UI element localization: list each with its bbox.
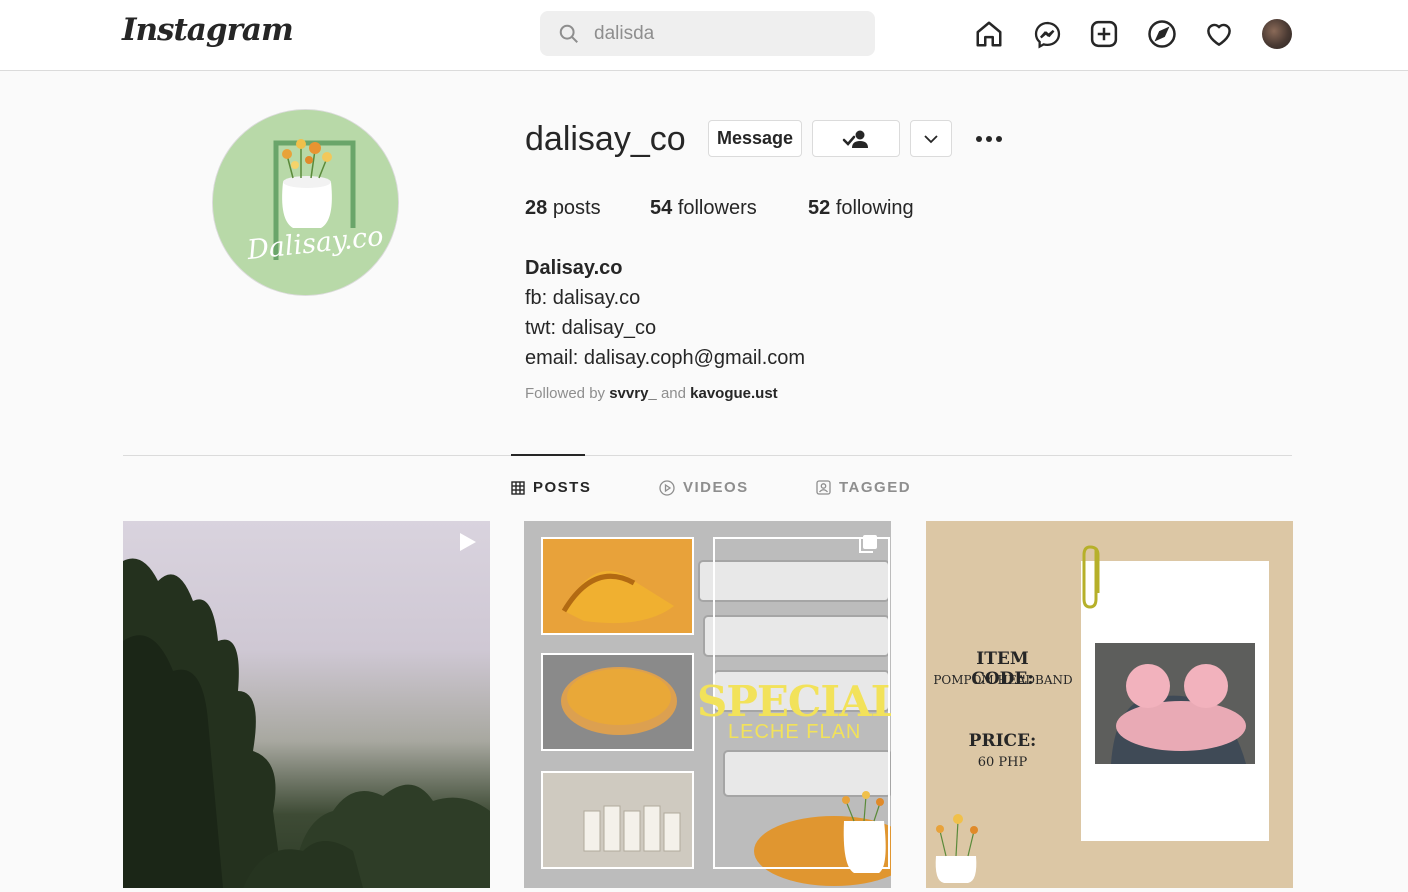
tagged-user-icon bbox=[816, 480, 831, 495]
post-subtitle-text: LECHE FLAN bbox=[728, 721, 862, 743]
bio-line: fb: dalisay.co bbox=[525, 287, 641, 309]
more-options-icon[interactable] bbox=[972, 126, 1006, 152]
followed-by-text[interactable]: Followed by svvry_ and kavogue.ust bbox=[525, 385, 778, 402]
tabs-divider bbox=[123, 455, 1292, 456]
following-button[interactable] bbox=[812, 120, 900, 157]
video-play-icon bbox=[460, 533, 476, 551]
play-circle-icon bbox=[659, 479, 675, 496]
post-thumbnail[interactable]: ITEM CODE: POMPOM HEADBAND PRICE: 60 PHP bbox=[926, 521, 1293, 888]
message-button[interactable]: Message bbox=[708, 120, 802, 157]
posts-stat: 28 posts bbox=[525, 197, 601, 219]
instagram-logo[interactable]: Instagram bbox=[122, 12, 294, 48]
profile-bio: Dalisay.co fb: dalisay.co twt: dalisay_c… bbox=[525, 253, 805, 373]
post-thumbnail[interactable] bbox=[123, 521, 490, 888]
messenger-icon[interactable] bbox=[1031, 18, 1063, 50]
active-tab-indicator bbox=[511, 454, 585, 456]
carousel-icon bbox=[859, 535, 877, 553]
post-thumbnail[interactable]: SPECIAL LECHE FLAN bbox=[524, 521, 891, 888]
tab-tagged[interactable]: TAGGED bbox=[816, 479, 911, 496]
search-input[interactable] bbox=[594, 11, 854, 56]
search-box[interactable] bbox=[540, 11, 875, 56]
following-stat[interactable]: 52 following bbox=[808, 197, 914, 220]
followed-by-user[interactable]: svvry_ bbox=[609, 385, 657, 402]
item-code-value: POMPOM HEADBAND bbox=[933, 673, 1073, 687]
tab-posts[interactable]: POSTS bbox=[511, 479, 591, 496]
display-name: Dalisay.co bbox=[525, 257, 623, 279]
dalisay-logo-image bbox=[213, 110, 398, 295]
grid-icon bbox=[511, 480, 525, 495]
explore-icon[interactable] bbox=[1146, 18, 1178, 50]
price-value: 60 PHP bbox=[977, 755, 1028, 770]
top-navigation-bar: Instagram bbox=[0, 0, 1408, 71]
home-icon[interactable] bbox=[973, 18, 1005, 50]
followers-stat[interactable]: 54 followers bbox=[650, 197, 757, 220]
profile-avatar[interactable]: Dalisay.co bbox=[212, 109, 399, 296]
profile-avatar-nav[interactable] bbox=[1262, 19, 1292, 49]
suggestions-dropdown-button[interactable] bbox=[910, 120, 952, 157]
bio-line: twt: dalisay_co bbox=[525, 317, 657, 339]
followed-by-user[interactable]: kavogue.ust bbox=[690, 385, 778, 402]
profile-username: dalisay_co bbox=[525, 120, 686, 158]
search-icon bbox=[559, 24, 578, 43]
activity-heart-icon[interactable] bbox=[1203, 18, 1235, 50]
new-post-icon[interactable] bbox=[1088, 18, 1120, 50]
tab-videos[interactable]: VIDEOS bbox=[659, 479, 749, 496]
post-title-text: SPECIAL bbox=[697, 677, 891, 726]
bio-line: email: dalisay.coph@gmail.com bbox=[525, 347, 806, 369]
headband-product-card bbox=[926, 521, 1293, 888]
price-label: PRICE: bbox=[968, 731, 1037, 751]
trees-photo bbox=[123, 558, 490, 888]
following-user-check-icon bbox=[842, 130, 868, 148]
chevron-down-icon bbox=[924, 134, 938, 143]
